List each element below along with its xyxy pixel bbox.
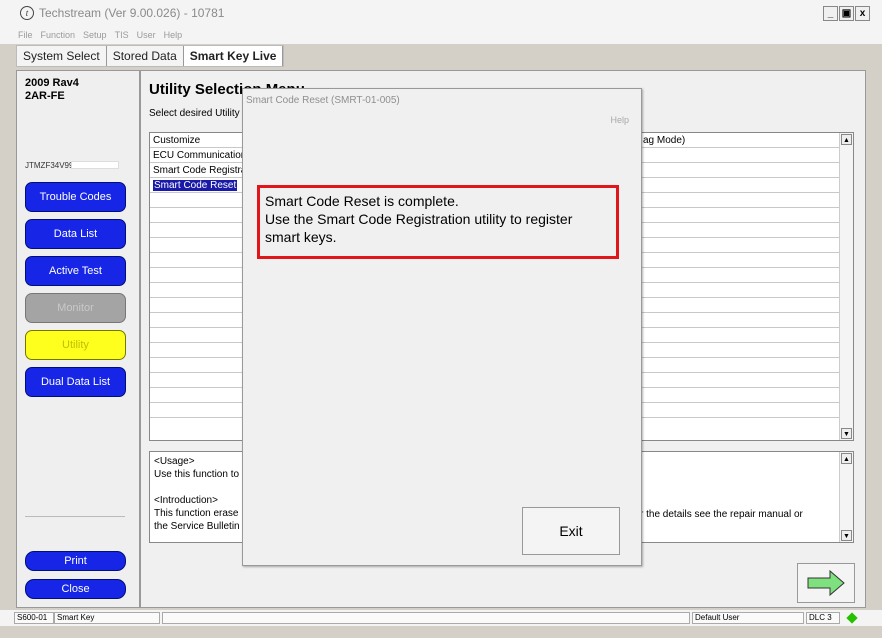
exit-button[interactable]: Exit (522, 507, 620, 555)
dual-data-list-button[interactable]: Dual Data List (25, 367, 126, 397)
title-bar: t Techstream (Ver 9.00.026) - 10781 _ ▣ … (0, 0, 882, 26)
vehicle-info: 2009 Rav4 2AR-FE (25, 77, 79, 103)
connection-status-icon (846, 612, 858, 624)
menu-file[interactable]: File (18, 26, 33, 44)
close-button[interactable]: Close (25, 579, 126, 599)
status-bar: S600-01 Smart Key Default User DLC 3 (0, 610, 882, 626)
tab-system-select[interactable]: System Select (17, 46, 107, 66)
menu-user[interactable]: User (137, 26, 156, 44)
vehicle-model: 2009 Rav4 (25, 77, 79, 89)
minimize-button[interactable]: _ (823, 6, 838, 21)
window-controls: _ ▣ x (823, 6, 870, 21)
list-item-label: Smart Code Reset (153, 180, 238, 191)
menu-bar: File Function Setup TIS User Help (0, 26, 882, 44)
dialog-message-line-2: Use the Smart Code Registration utility … (265, 211, 573, 227)
status-system: Smart Key (54, 612, 160, 624)
utility-button[interactable]: Utility (25, 330, 126, 360)
list-column-text: ag Mode) (643, 135, 686, 146)
close-window-button[interactable]: x (855, 6, 870, 21)
status-message (162, 612, 690, 624)
scroll-up-icon[interactable]: ▲ (841, 453, 852, 464)
list-item-label: Customize (153, 135, 201, 146)
monitor-button[interactable]: Monitor (25, 293, 126, 323)
status-code: S600-01 (14, 612, 54, 624)
menu-tis[interactable]: TIS (115, 26, 129, 44)
smart-code-reset-dialog: Smart Code Reset (SMRT-01-005) Help Smar… (242, 88, 642, 566)
menu-function[interactable]: Function (41, 26, 76, 44)
vehicle-engine: 2AR-FE (25, 90, 65, 102)
right-arrow-icon (807, 569, 845, 597)
scroll-down-icon[interactable]: ▼ (841, 428, 852, 439)
page-subtitle: Select desired Utility (149, 108, 240, 119)
tab-smart-key-live[interactable]: Smart Key Live (183, 46, 284, 66)
restore-button[interactable]: ▣ (839, 6, 854, 21)
scroll-up-icon[interactable]: ▲ (841, 134, 852, 145)
dialog-title: Smart Code Reset (SMRT-01-005) (246, 95, 400, 106)
status-dlc: DLC 3 (806, 612, 840, 624)
description-scrollbar[interactable]: ▲ ▼ (839, 452, 853, 542)
dialog-help[interactable]: Help (610, 115, 629, 125)
data-list-button[interactable]: Data List (25, 219, 126, 249)
divider (25, 516, 125, 517)
window-title: Techstream (Ver 9.00.026) - 10781 (39, 6, 225, 20)
list-scrollbar[interactable]: ▲ ▼ (839, 133, 853, 440)
next-button[interactable] (797, 563, 855, 603)
dialog-message-line-3: smart keys. (265, 229, 337, 245)
menu-help[interactable]: Help (164, 26, 183, 44)
techstream-logo-icon: t (20, 6, 34, 20)
print-button[interactable]: Print (25, 551, 126, 571)
menu-setup[interactable]: Setup (83, 26, 107, 44)
status-user: Default User (692, 612, 804, 624)
vin-label: JTMZF34V99 (25, 161, 74, 170)
vin-field (71, 161, 119, 169)
tab-stored-data[interactable]: Stored Data (107, 46, 184, 66)
dialog-message-line-1: Smart Code Reset is complete. (265, 193, 459, 209)
tab-bar: System Select Stored Data Smart Key Live (16, 45, 285, 67)
trouble-codes-button[interactable]: Trouble Codes (25, 182, 126, 212)
left-panel: 2009 Rav4 2AR-FE JTMZF34V99 Trouble Code… (16, 70, 140, 608)
scroll-down-icon[interactable]: ▼ (841, 530, 852, 541)
description-right-text: r the details see the repair manual or (640, 509, 803, 520)
dialog-message: Smart Code Reset is complete. Use the Sm… (257, 185, 619, 259)
active-test-button[interactable]: Active Test (25, 256, 126, 286)
